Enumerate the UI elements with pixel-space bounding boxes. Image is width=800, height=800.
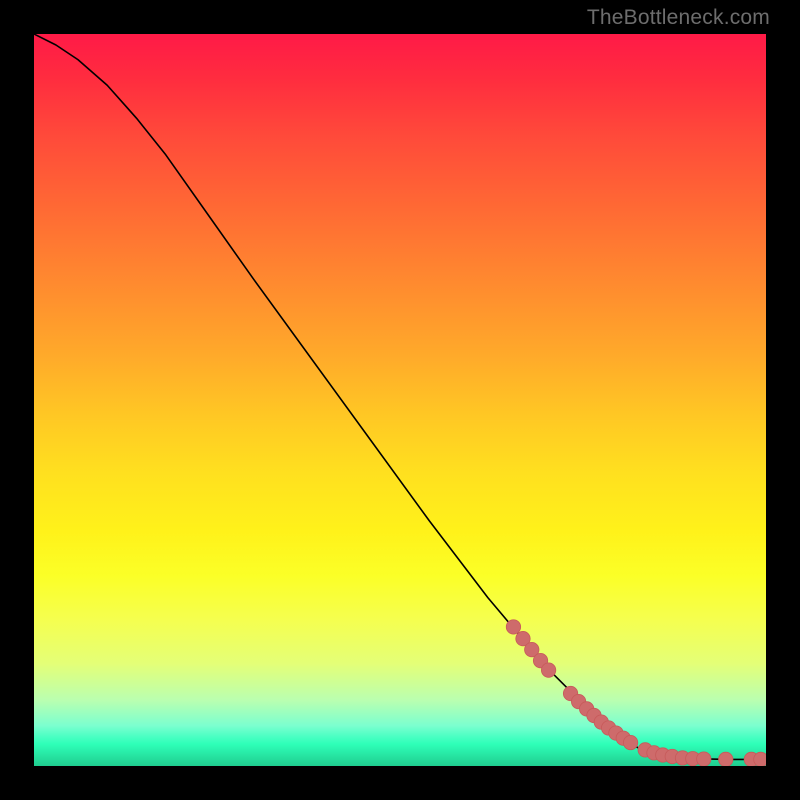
data-marker	[719, 752, 733, 766]
data-markers-group	[506, 620, 766, 766]
chart-svg	[34, 34, 766, 766]
bottleneck-curve	[34, 34, 766, 759]
chart-stage: TheBottleneck.com	[0, 0, 800, 800]
data-marker	[541, 663, 555, 677]
data-marker	[754, 752, 766, 766]
data-marker	[623, 735, 637, 749]
plot-area	[34, 34, 766, 766]
data-marker	[697, 752, 711, 766]
watermark-text: TheBottleneck.com	[587, 6, 770, 30]
data-marker	[506, 620, 520, 634]
